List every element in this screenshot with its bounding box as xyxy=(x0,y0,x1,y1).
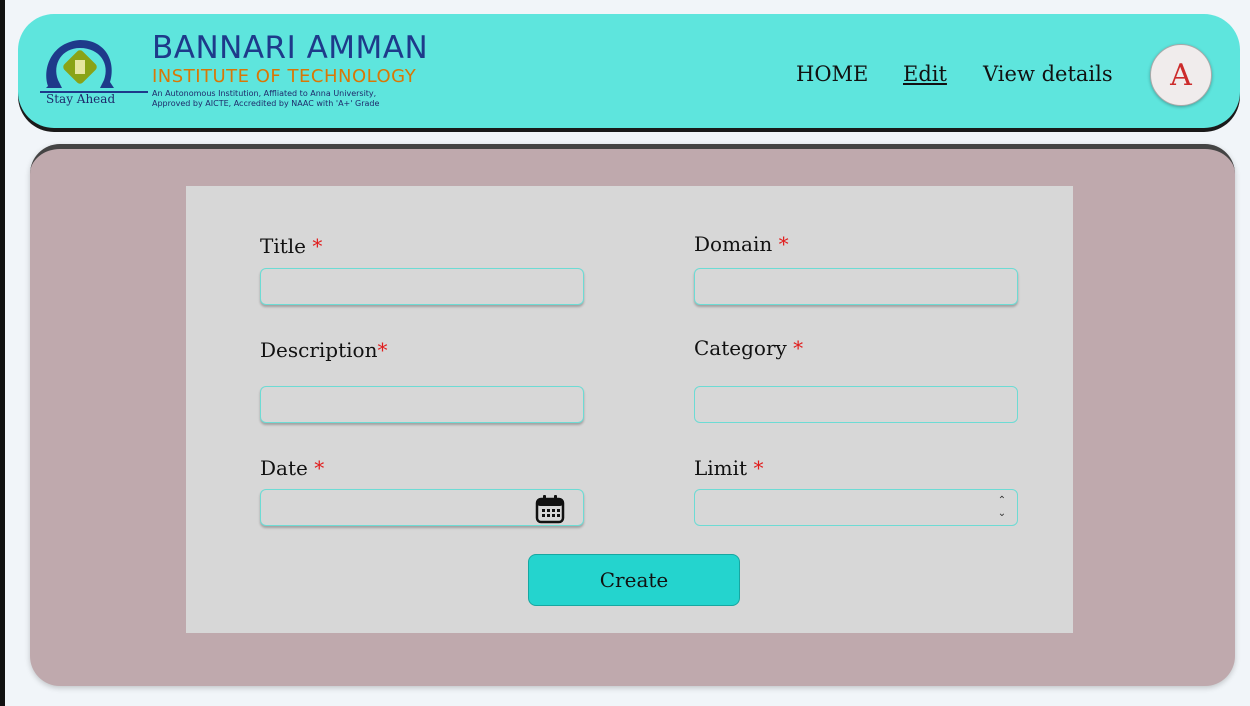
institute-logo[interactable]: Stay Ahead BANNARI AMMAN INSTITUTE OF TE… xyxy=(40,30,460,114)
domain-label: Domain * xyxy=(694,232,789,256)
institute-accreditation: An Autonomous Institution, Affliated to … xyxy=(152,89,472,109)
calendar-icon[interactable] xyxy=(535,494,565,524)
description-input[interactable] xyxy=(260,386,584,423)
create-form-card: Title * Domain * Description* Category *… xyxy=(186,186,1073,633)
create-button[interactable]: Create xyxy=(528,554,740,606)
accreditation-line-1: An Autonomous Institution, Affliated to … xyxy=(152,89,377,98)
date-label: Date * xyxy=(260,456,324,480)
limit-label: Limit * xyxy=(694,456,763,480)
nav-home-link[interactable]: HOME xyxy=(796,62,868,86)
title-label-text: Title xyxy=(260,234,307,258)
nav-edit-link[interactable]: Edit xyxy=(903,62,947,86)
required-mark: * xyxy=(753,456,764,480)
required-mark: * xyxy=(314,456,325,480)
window-edge xyxy=(0,0,5,706)
domain-label-text: Domain xyxy=(694,232,773,256)
limit-input[interactable]: ⌃ ⌄ xyxy=(694,489,1018,526)
decrement-arrow-icon[interactable]: ⌄ xyxy=(995,507,1009,520)
title-input[interactable] xyxy=(260,268,584,305)
logo-tagline: Stay Ahead xyxy=(46,92,116,106)
institute-name: BANNARI AMMAN xyxy=(152,30,429,66)
limit-label-text: Limit xyxy=(694,456,748,480)
description-label: Description* xyxy=(260,338,387,362)
description-label-text: Description xyxy=(260,338,378,362)
increment-arrow-icon[interactable]: ⌃ xyxy=(995,494,1009,507)
category-label-text: Category xyxy=(694,336,787,360)
spinner-arrows-icon[interactable]: ⌃ ⌄ xyxy=(995,494,1009,522)
accreditation-line-2: Approved by AICTE, Accredited by NAAC wi… xyxy=(152,99,380,108)
date-input[interactable] xyxy=(260,489,584,526)
required-mark: * xyxy=(377,338,388,362)
category-input[interactable] xyxy=(694,386,1018,423)
main-panel: Title * Domain * Description* Category *… xyxy=(30,144,1235,686)
required-mark: * xyxy=(793,336,804,360)
header-bar: Stay Ahead BANNARI AMMAN INSTITUTE OF TE… xyxy=(18,14,1240,128)
required-mark: * xyxy=(778,232,789,256)
nav-view-details-link[interactable]: View details xyxy=(983,62,1113,86)
date-label-text: Date xyxy=(260,456,308,480)
institute-subtitle: INSTITUTE OF TECHNOLOGY xyxy=(152,66,417,87)
required-mark: * xyxy=(312,234,323,258)
category-label: Category * xyxy=(694,336,803,360)
avatar-initial: A xyxy=(1170,57,1192,93)
title-label: Title * xyxy=(260,234,322,258)
domain-input[interactable] xyxy=(694,268,1018,305)
user-avatar[interactable]: A xyxy=(1150,44,1212,106)
